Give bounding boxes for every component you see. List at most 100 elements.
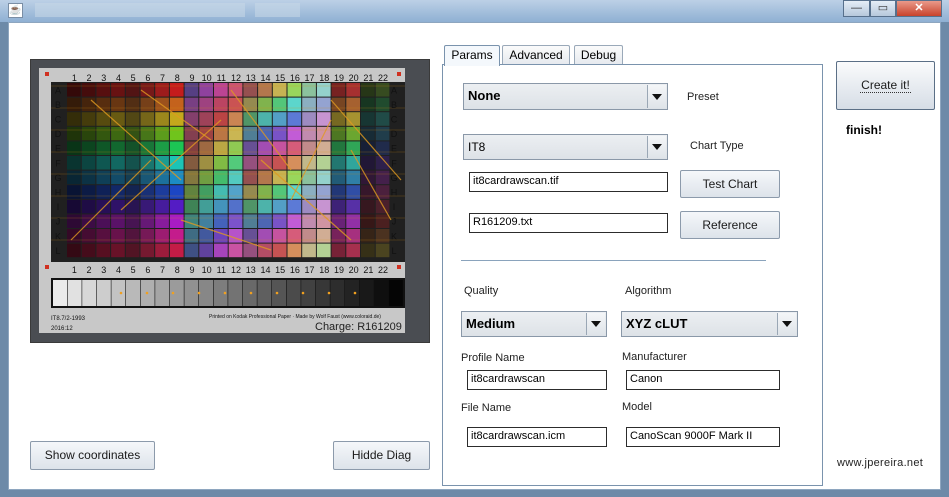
color-patch xyxy=(125,97,140,112)
color-patch xyxy=(375,126,390,141)
color-patch xyxy=(243,243,258,258)
color-patch xyxy=(184,112,199,126)
corner-marker xyxy=(397,265,401,269)
color-patch xyxy=(258,170,272,185)
row-letter-left: J xyxy=(56,217,61,227)
tab-advanced[interactable]: Advanced xyxy=(502,45,570,65)
corner-marker xyxy=(397,72,401,76)
preset-combo[interactable]: None xyxy=(463,83,668,110)
color-patch xyxy=(81,243,96,258)
test-chart-file-field[interactable]: it8cardrawscan.tif xyxy=(469,172,668,192)
column-number-bottom: 22 xyxy=(378,265,388,275)
color-patch xyxy=(316,83,331,97)
column-number-bottom: 4 xyxy=(116,265,121,275)
color-patch xyxy=(199,97,213,112)
color-patch xyxy=(375,112,390,126)
tab-debug[interactable]: Debug xyxy=(574,45,623,65)
color-patch xyxy=(302,83,316,97)
color-patch xyxy=(96,97,111,112)
show-coordinates-button[interactable]: Show coordinates xyxy=(30,441,155,470)
corner-marker xyxy=(45,72,49,76)
gray-ramp-patch xyxy=(286,280,301,306)
color-patch xyxy=(346,185,360,199)
gray-ramp-patch xyxy=(330,280,345,306)
color-patch xyxy=(81,156,96,170)
color-patch xyxy=(346,229,360,243)
hidde-diag-button[interactable]: Hidde Diag xyxy=(333,441,430,470)
color-patch xyxy=(81,83,96,97)
color-patch xyxy=(331,156,346,170)
color-patch xyxy=(169,185,184,199)
file-name-field[interactable]: it8cardrawscan.icm xyxy=(467,427,607,447)
gray-ramp-patch xyxy=(257,280,272,306)
row-letter-left: I xyxy=(57,202,60,212)
chevron-down-icon[interactable] xyxy=(647,136,666,158)
color-patch xyxy=(140,141,155,155)
color-patch xyxy=(258,83,272,97)
gray-ramp-patch xyxy=(111,280,126,306)
gray-ramp-patch xyxy=(345,280,359,306)
color-patch xyxy=(169,83,184,97)
color-patch xyxy=(258,97,272,112)
color-patch xyxy=(287,141,302,155)
column-number-top: 20 xyxy=(349,73,359,83)
color-patch xyxy=(361,199,375,214)
quality-label: Quality xyxy=(464,285,499,297)
row-letter-right: I xyxy=(393,202,396,212)
test-chart-button[interactable]: Test Chart xyxy=(680,170,780,198)
color-patch xyxy=(199,214,213,228)
chart-footer-id: IT8.7/2-1993 xyxy=(51,316,86,322)
color-patch xyxy=(140,214,155,228)
color-patch xyxy=(184,170,199,185)
chart-type-combo[interactable]: IT8 xyxy=(463,134,668,160)
color-patch xyxy=(243,83,258,97)
profile-name-field[interactable]: it8cardrawscan xyxy=(467,370,607,390)
color-patch xyxy=(140,112,155,126)
color-patch xyxy=(140,199,155,214)
chart-scan-svg: 1122334455667788991010111112121313141415… xyxy=(39,68,405,333)
chevron-down-icon[interactable] xyxy=(777,313,796,335)
column-number-top: 14 xyxy=(260,73,270,83)
color-patch xyxy=(169,199,184,214)
row-letter-left: D xyxy=(55,129,62,139)
algorithm-combo[interactable]: XYZ cLUT xyxy=(621,311,798,337)
maximize-button[interactable]: ▭ xyxy=(870,0,896,17)
color-patch xyxy=(125,229,140,243)
color-patch xyxy=(375,83,390,97)
row-letter-left: L xyxy=(55,246,60,256)
create-it-button[interactable]: Create it! xyxy=(836,61,935,110)
color-patch xyxy=(243,170,258,185)
color-patch xyxy=(346,214,360,228)
quality-combo[interactable]: Medium xyxy=(461,311,607,337)
color-patch xyxy=(96,83,111,97)
color-patch xyxy=(228,229,243,243)
color-patch xyxy=(214,97,228,112)
column-number-bottom: 19 xyxy=(334,265,344,275)
color-patch xyxy=(361,112,375,126)
color-patch xyxy=(111,199,125,214)
row-letter-left: E xyxy=(55,144,61,154)
title-blur xyxy=(35,3,245,17)
reference-button[interactable]: Reference xyxy=(680,211,780,239)
color-patch xyxy=(96,199,111,214)
color-patch xyxy=(302,243,316,258)
detection-marker xyxy=(249,291,253,295)
color-patch xyxy=(67,141,81,155)
close-button[interactable]: ✕ xyxy=(896,0,942,17)
column-number-bottom: 20 xyxy=(349,265,359,275)
color-patch xyxy=(316,97,331,112)
detection-marker xyxy=(327,291,331,295)
color-patch xyxy=(96,243,111,258)
color-patch xyxy=(155,83,169,97)
chevron-down-icon[interactable] xyxy=(647,85,666,108)
color-patch xyxy=(228,185,243,199)
chevron-down-icon[interactable] xyxy=(586,313,605,335)
reference-file-field[interactable]: R161209.txt xyxy=(469,213,668,233)
color-patch xyxy=(302,214,316,228)
minimize-button[interactable]: — xyxy=(843,0,870,17)
tab-params[interactable]: Params xyxy=(444,45,500,66)
color-patch xyxy=(272,112,287,126)
chart-footer-printed: Printed on Kodak Professional Paper · Ma… xyxy=(209,314,381,320)
model-field[interactable]: CanoScan 9000F Mark II xyxy=(626,427,780,447)
manufacturer-field[interactable]: Canon xyxy=(626,370,780,390)
